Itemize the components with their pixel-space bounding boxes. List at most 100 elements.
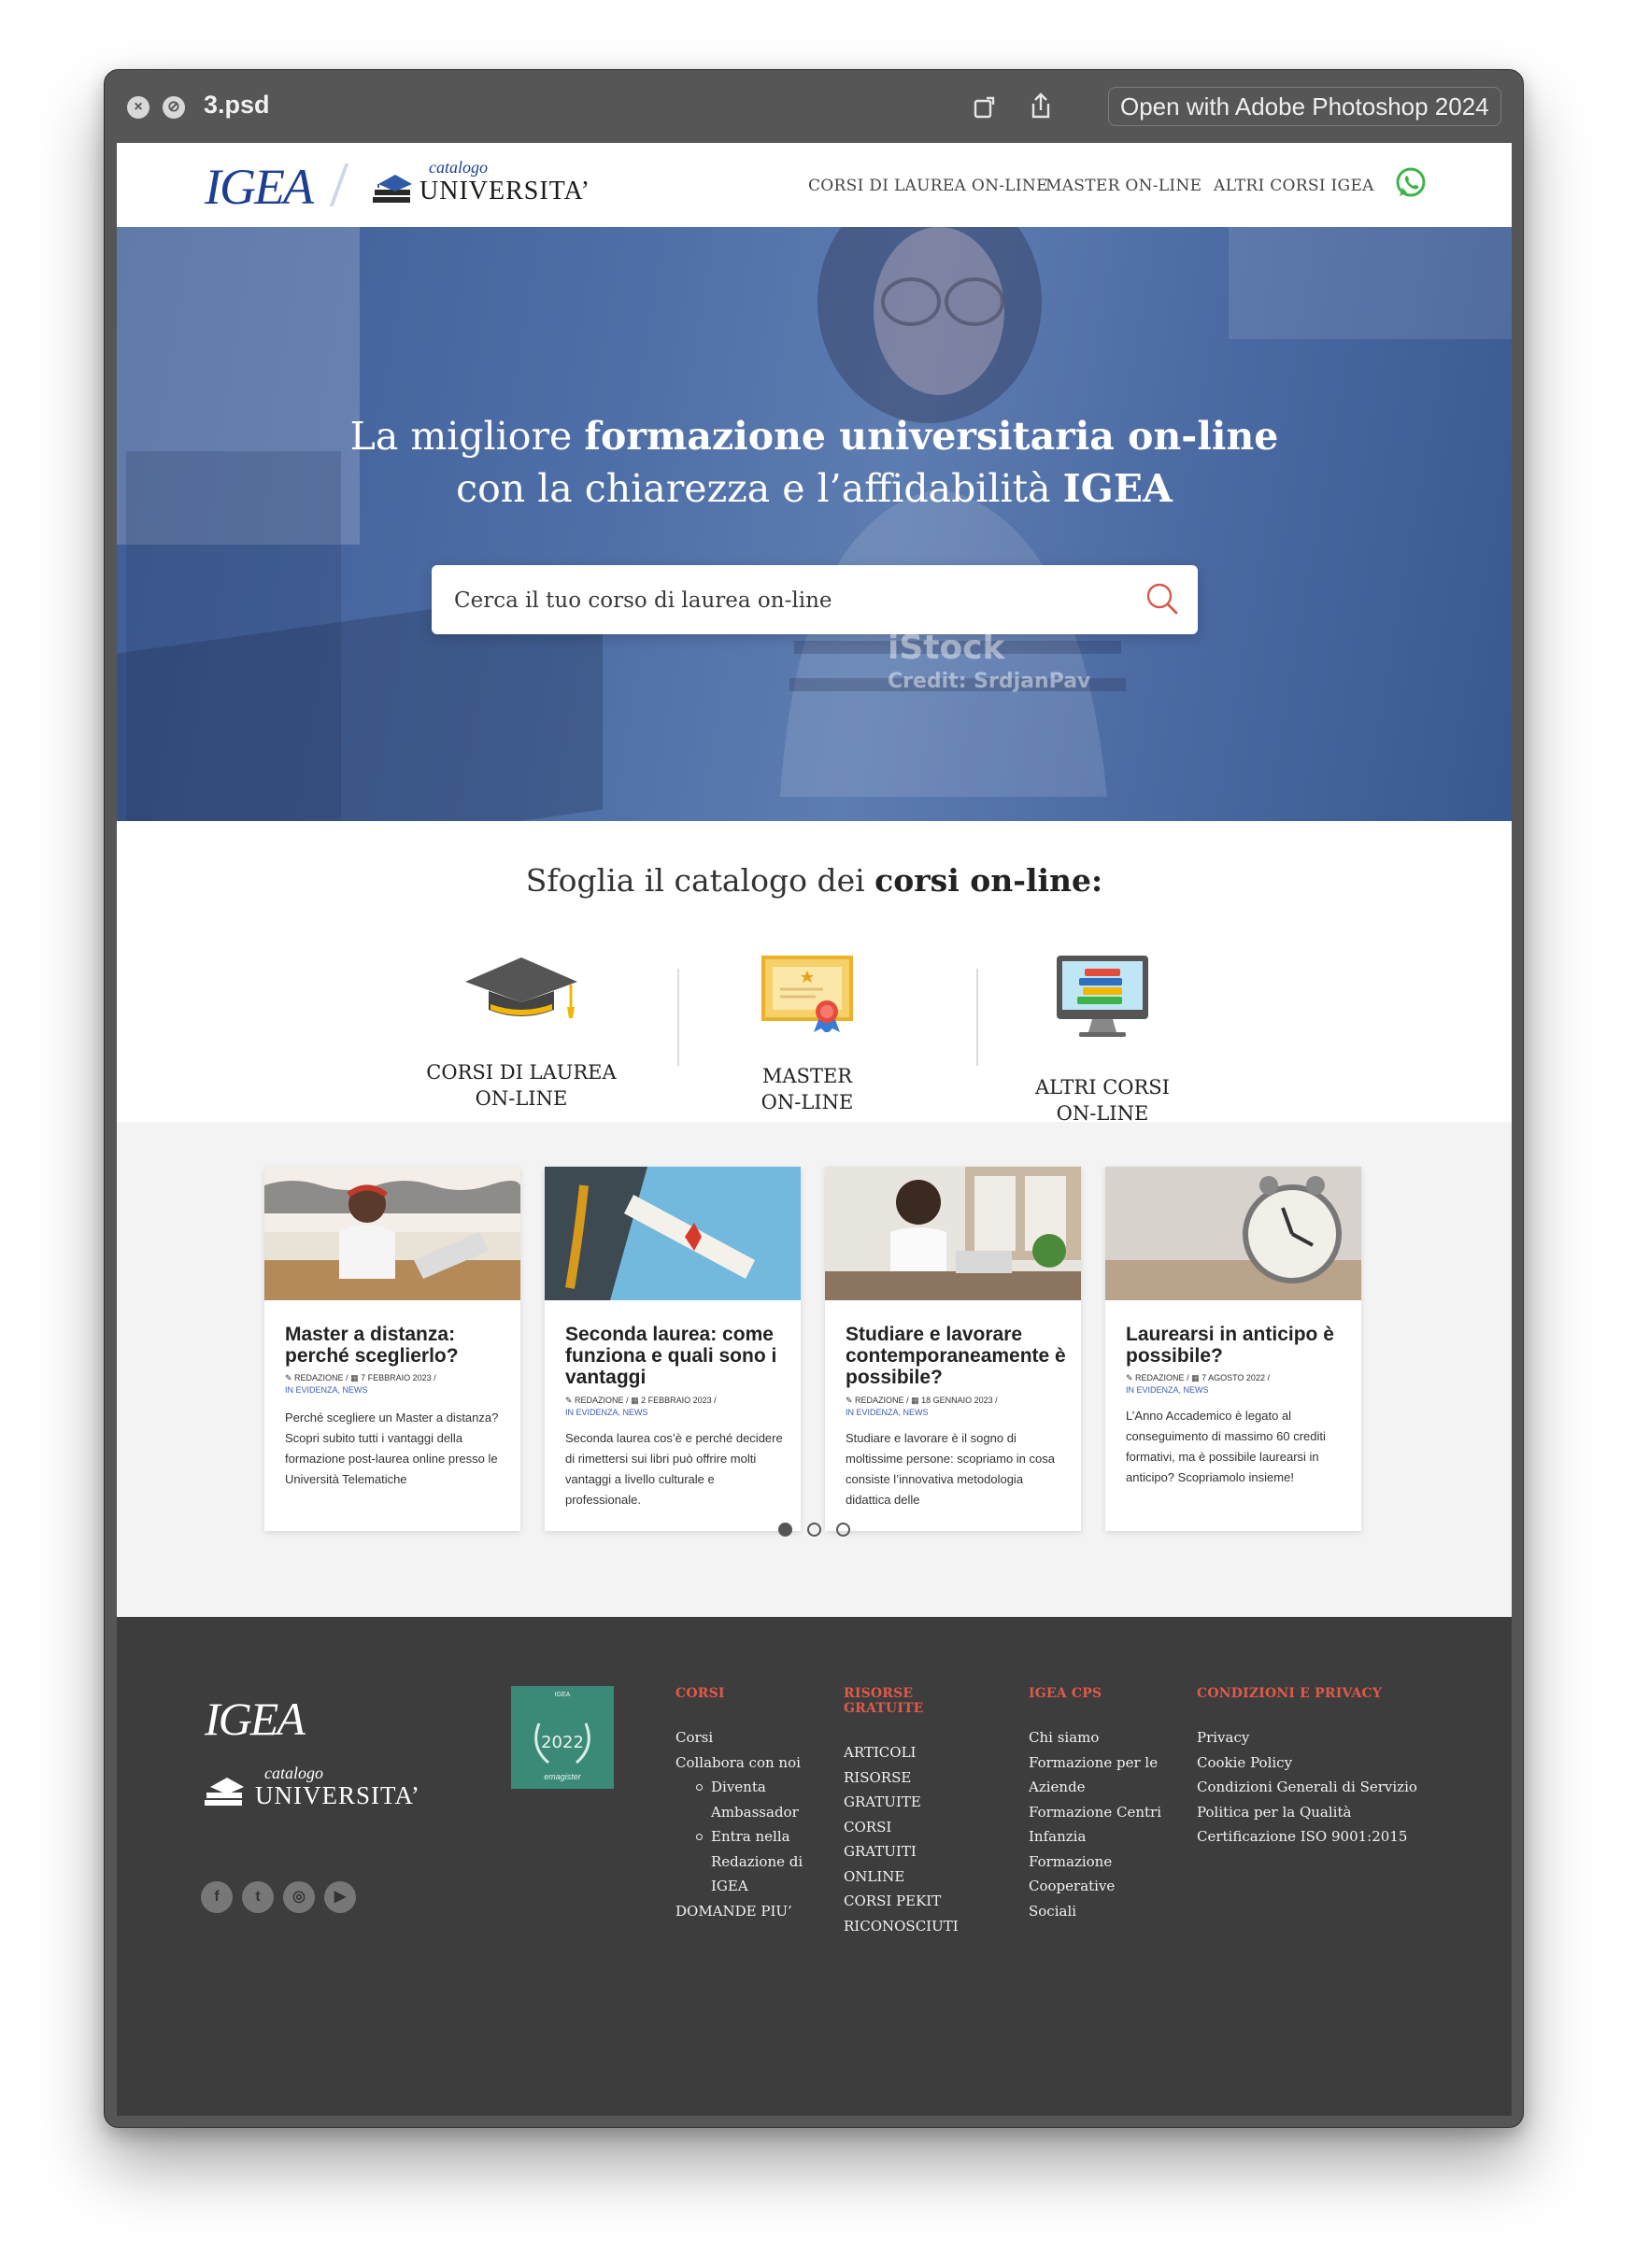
footer-link-formazione-coop-1[interactable]: Formazione xyxy=(1029,1850,1169,1875)
catalog-label-line2: ON-LINE xyxy=(475,1087,568,1110)
window-title: 3.psd xyxy=(204,91,270,119)
catalog-item-corsi-laurea[interactable]: CORSI DI LAUREA ON-LINE xyxy=(400,954,643,1112)
books-logo-icon xyxy=(373,175,412,203)
footer-heading-corsi: CORSI xyxy=(675,1686,725,1701)
search-icon[interactable] xyxy=(1144,580,1181,617)
footer-link-collabora[interactable]: Collabora con noi xyxy=(675,1751,806,1776)
whatsapp-icon[interactable] xyxy=(1393,165,1429,201)
web-page: IGEA catalogo UNIVERSITA’ CORSI DI LAURE… xyxy=(117,143,1512,2116)
share-icon[interactable] xyxy=(1025,91,1057,122)
catalog-title-bold: corsi on-line: xyxy=(874,862,1103,899)
footer-link-online[interactable]: ONLINE xyxy=(844,1864,965,1890)
carousel-pagination xyxy=(117,1523,1512,1541)
footer-link-formazione-infanzia-1[interactable]: Formazione Centri xyxy=(1029,1800,1169,1825)
footer-heading-risorse: RISORSE GRATUITE xyxy=(844,1686,924,1716)
news-card[interactable]: Studiare e lavorare contemporaneamente è… xyxy=(825,1167,1081,1531)
footer-link-corsi-gratuiti[interactable]: CORSI GRATUITI xyxy=(844,1815,965,1864)
news-card-title[interactable]: Master a distanza: perché sceglierlo? xyxy=(285,1324,509,1367)
emagister-award-badge: IGEA 2022 emagister xyxy=(511,1686,614,1789)
footer-link-risorse[interactable]: RISORSE xyxy=(844,1765,965,1791)
footer-link-chi-siamo[interactable]: Chi siamo xyxy=(1029,1725,1169,1751)
carousel-dot-1[interactable] xyxy=(778,1523,792,1537)
catalog-separator xyxy=(677,969,679,1066)
course-search-input[interactable] xyxy=(452,565,1110,636)
carousel-dot-2[interactable] xyxy=(807,1523,821,1537)
news-card-tags[interactable]: IN EVIDENZA, NEWS xyxy=(1126,1385,1209,1395)
news-card[interactable]: Laurearsi in anticipo è possibile? ✎ RED… xyxy=(1105,1167,1361,1531)
news-card-excerpt: Perché scegliere un Master a distanza? S… xyxy=(285,1410,499,1486)
carousel-dot-3[interactable] xyxy=(836,1523,850,1537)
instagram-icon[interactable]: ◎ xyxy=(283,1881,315,1913)
news-card-author: REDAZIONE xyxy=(294,1373,344,1382)
facebook-icon[interactable]: f xyxy=(201,1881,233,1913)
footer-link-iso[interactable]: Certificazione ISO 9001:2015 xyxy=(1197,1824,1421,1850)
footer-link-corsi[interactable]: Corsi xyxy=(675,1725,806,1751)
catalog-label-corsi-laurea: CORSI DI LAUREA ON-LINE xyxy=(400,1059,643,1112)
footer-link-condizioni[interactable]: Condizioni Generali di Servizio xyxy=(1197,1775,1421,1800)
news-card-author: REDAZIONE xyxy=(575,1396,624,1405)
hero-headline: La migliore formazione universitaria on-… xyxy=(117,410,1512,515)
hero-background-right xyxy=(1229,227,1512,339)
istock-watermark: iStock xyxy=(888,629,1005,667)
nav-master[interactable]: MASTER ON-LINE xyxy=(1045,177,1201,195)
news-card-tags[interactable]: IN EVIDENZA, NEWS xyxy=(846,1408,929,1417)
news-card-date: 18 GENNAIO 2023 xyxy=(921,1396,993,1405)
badge-bottom: emagister xyxy=(544,1772,581,1781)
graduation-cap-icon xyxy=(465,957,577,1018)
footer-link-ambassador[interactable]: Diventa Ambassador xyxy=(675,1775,806,1824)
nav-corsi-laurea[interactable]: CORSI DI LAUREA ON-LINE xyxy=(808,177,1048,195)
nav-altri-corsi[interactable]: ALTRI CORSI IGEA xyxy=(1214,177,1374,195)
footer-link-riconosciuti[interactable]: RICONOSCIUTI xyxy=(844,1914,965,1939)
close-icon[interactable]: × xyxy=(127,96,149,119)
footer-igea-logo[interactable]: IGEA xyxy=(205,1692,306,1746)
news-card-date: 7 FEBBRAIO 2023 xyxy=(361,1373,432,1382)
footer-col-corsi: CORSI Corsi Collabora con noi Diventa Am… xyxy=(675,1686,806,1923)
news-card-image xyxy=(264,1167,520,1300)
computer-books-icon xyxy=(1057,956,1148,1037)
hero-banner: La migliore formazione universitaria on-… xyxy=(117,227,1512,821)
catalog-title: Sfoglia il catalogo dei corsi on-line: xyxy=(117,862,1512,899)
igea-logo[interactable]: IGEA xyxy=(205,158,314,216)
news-card-author: REDAZIONE xyxy=(855,1396,904,1405)
footer-link-qualita[interactable]: Politica per la Qualità xyxy=(1197,1800,1421,1825)
fullscreen-icon[interactable]: ⊘ xyxy=(163,96,185,119)
hero-line2-bold: IGEA xyxy=(1062,466,1173,511)
hero-line1-light: La migliore xyxy=(349,414,585,459)
news-card-tags[interactable]: IN EVIDENZA, NEWS xyxy=(285,1385,368,1395)
footer-link-domande[interactable]: DOMANDE PIU’ xyxy=(675,1899,806,1924)
logo-divider xyxy=(329,163,349,206)
footer-heading-cps: IGEA CPS xyxy=(1029,1686,1102,1701)
catalog-item-master[interactable]: MASTER ON-LINE xyxy=(686,954,929,1115)
footer-link-redazione[interactable]: Entra nella Redazione di IGEA xyxy=(675,1824,806,1899)
footer-col-privacy: CONDIZIONI E PRIVACY Privacy Cookie Poli… xyxy=(1197,1686,1421,1850)
footer-col-risorse: RISORSE GRATUITE ARTICOLI RISORSE GRATUI… xyxy=(844,1686,965,1938)
news-card-meta: ✎ REDAZIONE / ▦ 18 GENNAIO 2023 / IN EVI… xyxy=(846,1396,998,1417)
footer-link-privacy[interactable]: Privacy xyxy=(1197,1725,1421,1751)
footer-link-formazione-aziende-1[interactable]: Formazione per le xyxy=(1029,1751,1169,1776)
rotate-icon[interactable] xyxy=(970,91,1002,122)
open-with-button[interactable]: Open with Adobe Photoshop 2024 xyxy=(1108,87,1501,126)
catalog-label-line2: ON-LINE xyxy=(761,1091,854,1113)
twitter-icon[interactable]: t xyxy=(242,1881,274,1913)
hero-student-image xyxy=(780,227,1126,797)
footer-link-formazione-coop-3[interactable]: Sociali xyxy=(1029,1899,1169,1924)
youtube-icon[interactable]: ▶ xyxy=(324,1881,356,1913)
footer-link-formazione-aziende-2[interactable]: Aziende xyxy=(1029,1775,1169,1800)
news-card-title[interactable]: Studiare e lavorare contemporaneamente è… xyxy=(846,1324,1070,1388)
news-card[interactable]: Seconda laurea: come funziona e quali so… xyxy=(545,1167,801,1531)
footer-link-formazione-coop-2[interactable]: Cooperative xyxy=(1029,1874,1169,1899)
footer-link-formazione-infanzia-2[interactable]: Infanzia xyxy=(1029,1824,1169,1850)
catalog-item-altri-corsi[interactable]: ALTRI CORSI ON-LINE xyxy=(981,954,1224,1127)
footer-link-articoli[interactable]: ARTICOLI xyxy=(844,1740,965,1765)
news-card-date: 7 AGOSTO 2022 xyxy=(1201,1373,1265,1382)
news-card[interactable]: Master a distanza: perché sceglierlo? ✎ … xyxy=(264,1167,520,1531)
news-card-date: 2 FEBBRAIO 2023 xyxy=(641,1396,712,1405)
news-card-tags[interactable]: IN EVIDENZA, NEWS xyxy=(565,1408,648,1417)
footer-link-gratuite[interactable]: GRATUITE xyxy=(844,1790,965,1815)
news-card-title[interactable]: Laurearsi in anticipo è possibile? xyxy=(1126,1324,1350,1367)
footer-link-corsi-pekit[interactable]: CORSI PEKIT xyxy=(844,1889,965,1914)
logo-universita: UNIVERSITA’ xyxy=(419,177,590,206)
footer-link-cookie[interactable]: Cookie Policy xyxy=(1197,1751,1421,1776)
news-card-title[interactable]: Seconda laurea: come funziona e quali so… xyxy=(565,1324,789,1388)
footer-heading-privacy: CONDIZIONI E PRIVACY xyxy=(1197,1686,1383,1701)
